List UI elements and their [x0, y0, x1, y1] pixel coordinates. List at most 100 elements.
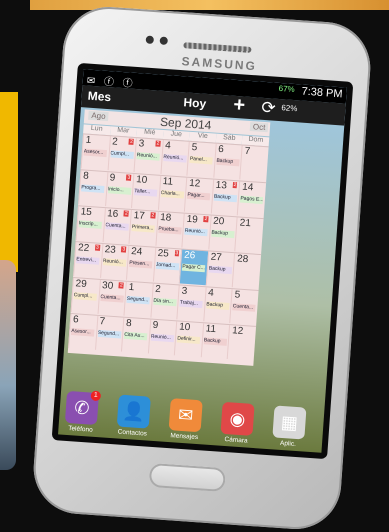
- calendar-day-cell[interactable]: 2 Día sin...: [150, 283, 180, 320]
- calendar-event-chip[interactable]: Backup: [208, 265, 233, 275]
- calendar-day-cell[interactable]: 12 Pagar...: [184, 177, 214, 214]
- calendar-day-cell[interactable]: 3 Trabaj...: [176, 285, 206, 322]
- calendar-event-chip[interactable]: Pagar C...: [182, 263, 206, 273]
- day-number: 3: [138, 138, 145, 150]
- calendar-day-cell[interactable]: 13 2 Backup: [210, 179, 240, 216]
- apps-grid-icon[interactable]: ▦: [272, 405, 307, 440]
- calendar-event-chip[interactable]: Inicio...: [107, 186, 131, 195]
- calendar-day-cell[interactable]: 23 3 Reunió...: [99, 243, 129, 280]
- calendar-event-chip[interactable]: Reunió...: [102, 258, 126, 267]
- calendar-event-chip[interactable]: Jornad...: [155, 261, 180, 271]
- calendar-day-cell[interactable]: 8 Cita Au...: [121, 317, 151, 354]
- calendar-event-chip[interactable]: Segund...: [126, 295, 150, 305]
- calendar-event-chip[interactable]: Backup: [216, 157, 240, 167]
- calendar-event-chip[interactable]: Definir...: [177, 335, 201, 345]
- calendar-day-cell[interactable]: 19 2 Reunió...: [181, 213, 211, 250]
- calendar-day-cell[interactable]: 2 2 Cumpl...: [107, 136, 137, 173]
- calendar-day-cell[interactable]: 18 Prueba...: [155, 211, 185, 248]
- calendar-event-chip[interactable]: Primera...: [131, 224, 155, 233]
- calendar-day-cell[interactable]: 1 Segund...: [123, 281, 153, 318]
- day-number: 5: [191, 142, 198, 154]
- calendar-day-cell[interactable]: 7 Segund...: [94, 315, 124, 352]
- calendar-day-cell[interactable]: 5 Cuenta...: [229, 289, 259, 325]
- calendar-day-cell[interactable]: 26 Pagar C...: [179, 249, 209, 286]
- calendar-event-chip[interactable]: Cumpl...: [73, 292, 97, 301]
- calendar-event-chip[interactable]: Reunió...: [184, 227, 209, 237]
- calendar-day-cell[interactable]: 21: [234, 217, 264, 254]
- contacts-icon[interactable]: 👤: [116, 394, 151, 429]
- calendar-day-cell[interactable]: 11 Charla...: [157, 175, 187, 212]
- calendar-event-chip[interactable]: Cita Au...: [124, 331, 148, 341]
- calendar-day-cell[interactable]: 25 3 Jornad...: [152, 247, 182, 284]
- day-number: 9: [152, 319, 159, 332]
- calendar-event-chip[interactable]: Entrevi...: [76, 256, 100, 265]
- calendar-event-chip[interactable]: Cumpl...: [110, 150, 134, 159]
- day-number: 15: [80, 206, 93, 219]
- calendar-event-chip[interactable]: Backup: [203, 337, 228, 346]
- calendar-event-chip[interactable]: Segund...: [97, 329, 121, 339]
- calendar-event-chip[interactable]: Progra...: [81, 184, 105, 193]
- calendar-day-cell[interactable]: 27 Backup: [205, 251, 235, 288]
- add-event-button[interactable]: +: [233, 94, 246, 118]
- calendar-day-cell[interactable]: 4 Backup: [203, 287, 233, 324]
- calendar-event-chip[interactable]: Día sin...: [153, 297, 177, 307]
- calendar-event-chip[interactable]: Reunió...: [136, 152, 161, 161]
- calendar-event-chip[interactable]: Cuenta...: [232, 303, 257, 312]
- calendar-day-cell[interactable]: 7: [239, 145, 269, 182]
- today-button[interactable]: Hoy: [183, 95, 207, 111]
- calendar-event-chip[interactable]: Cuenta...: [100, 293, 124, 303]
- day-number: 28: [236, 253, 249, 266]
- calendar-day-cell[interactable]: 30 2 Cuenta...: [97, 279, 127, 316]
- calendar-event-chip[interactable]: Asesor...: [71, 328, 95, 337]
- day-number: 18: [159, 211, 172, 224]
- day-number: 1: [85, 134, 92, 146]
- calendar-day-cell[interactable]: 10 Definir...: [174, 321, 204, 358]
- calendar-day-cell[interactable]: 6 Asesor...: [68, 313, 97, 350]
- calendar-day-cell[interactable]: 29 Cumpl...: [70, 278, 100, 314]
- next-month-button[interactable]: Oct: [249, 122, 269, 133]
- messages-icon[interactable]: ✉: [168, 398, 203, 433]
- calendar-event-chip[interactable]: Presen...: [129, 259, 153, 269]
- calendar-day-cell[interactable]: 20 Backup: [208, 215, 238, 252]
- calendar-event-chip[interactable]: Pagos E...: [240, 195, 264, 205]
- calendar-event-chip[interactable]: Backup: [213, 193, 238, 203]
- calendar-event-chip[interactable]: Trabaj...: [179, 299, 204, 309]
- calendar-day-cell[interactable]: 12: [227, 325, 257, 361]
- calendar-event-chip[interactable]: Inscrip...: [78, 220, 102, 229]
- calendar-day-cell[interactable]: 8 Progra...: [78, 170, 108, 207]
- calendar-day-cell[interactable]: 10 Taller...: [131, 173, 161, 210]
- calendar-day-cell[interactable]: 11 Backup: [200, 323, 230, 359]
- prev-month-button[interactable]: Ago: [88, 110, 109, 122]
- calendar-event-chip[interactable]: Backup: [211, 229, 235, 239]
- calendar-event-chip[interactable]: Backup: [206, 301, 230, 310]
- calendar-event-chip[interactable]: Panel...: [189, 155, 214, 165]
- calendar-event-chip[interactable]: Reunió...: [163, 154, 187, 163]
- calendar-event-chip[interactable]: Asesor...: [83, 148, 107, 158]
- calendar-day-cell[interactable]: 17 2 Primera...: [128, 209, 158, 246]
- calendar-event-chip[interactable]: Taller...: [134, 188, 158, 197]
- calendar-day-cell[interactable]: 9 Reunió...: [147, 319, 177, 356]
- calendar-event-chip[interactable]: Pagar...: [187, 191, 211, 201]
- calendar-event-chip[interactable]: Reunió...: [150, 333, 174, 343]
- calendar-day-cell[interactable]: 4 Reunió...: [160, 139, 190, 176]
- calendar-day-cell[interactable]: 3 2 Reunió...: [133, 138, 163, 174]
- camera-icon[interactable]: ◉: [220, 401, 255, 436]
- calendar-day-cell[interactable]: 6 Backup: [213, 143, 243, 180]
- calendar-event-chip[interactable]: Cuenta...: [105, 222, 129, 231]
- calendar-day-cell[interactable]: 16 2 Cuenta...: [102, 208, 132, 244]
- calendar-day-cell[interactable]: 14 Pagos E...: [237, 181, 267, 218]
- day-number: 10: [178, 321, 191, 334]
- calendar-event-chip[interactable]: Prueba...: [158, 225, 182, 235]
- calendar-event-chip[interactable]: Charla...: [160, 189, 185, 199]
- day-number: 6: [72, 314, 80, 326]
- event-count-badge: 2: [232, 181, 238, 189]
- calendar-day-cell[interactable]: 15 Inscrip...: [75, 206, 105, 242]
- calendar-day-cell[interactable]: 28: [232, 253, 262, 290]
- calendar-day-cell[interactable]: 9 3 Inicio...: [104, 172, 134, 208]
- calendar-day-cell[interactable]: 1 Asesor...: [80, 134, 110, 171]
- sync-icon[interactable]: ⟳: [261, 98, 277, 119]
- calendar-day-cell[interactable]: 24 Presen...: [126, 245, 156, 282]
- calendar-day-cell[interactable]: 22 3 Entrevi...: [73, 242, 103, 278]
- calendar-day-cell[interactable]: 5 Panel...: [186, 141, 216, 178]
- month-view-button[interactable]: Mes: [87, 89, 111, 105]
